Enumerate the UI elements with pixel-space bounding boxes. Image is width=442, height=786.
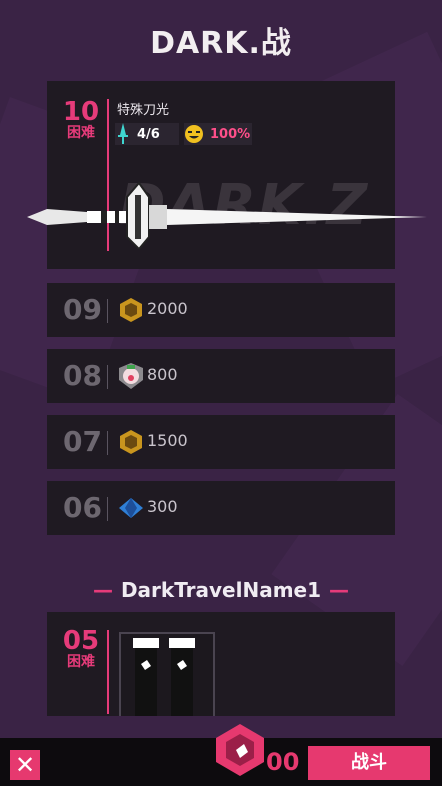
boots-icon: [133, 638, 195, 716]
rate-stat: 100%: [184, 123, 252, 145]
featured-level-card[interactable]: DARK.Z 10 困难 特殊刀光 4/6 100%: [27, 81, 427, 269]
gem-count: 00: [266, 748, 300, 776]
level-row-07[interactable]: 07 1500: [47, 415, 395, 469]
rate-value: 100%: [210, 126, 251, 142]
reward-amount: 800: [147, 365, 178, 384]
weapon-name: 特殊刀光: [117, 103, 170, 118]
close-icon: ✕: [14, 751, 36, 779]
gold-badge-icon: [120, 430, 142, 454]
section-title: — DarkTravelName1 —: [0, 578, 442, 602]
blue-gem-icon: [119, 498, 143, 518]
level-number: 10: [62, 97, 100, 127]
level-number: 06: [63, 491, 102, 524]
dash-left: —: [92, 578, 113, 602]
level-badge: 10 困难: [57, 99, 105, 141]
reward-amount: 2000: [147, 299, 188, 318]
gold-badge-icon: [120, 298, 142, 322]
reward-amount: 1500: [147, 431, 188, 450]
difficulty-label: 困难: [67, 125, 95, 141]
blade-count: 4/6: [137, 126, 160, 142]
difficulty-label: 困难: [67, 654, 95, 670]
divider: [107, 365, 108, 389]
grin-face-icon: [185, 125, 203, 143]
currency-gem-icon: [216, 724, 264, 776]
level-badge: 05 困难: [57, 628, 105, 670]
fight-button[interactable]: 战斗: [308, 746, 430, 780]
dagger-icon: [118, 123, 128, 144]
level-row-09[interactable]: 09 2000: [47, 283, 395, 337]
item-frame: [119, 632, 215, 716]
sword-icon: [27, 181, 427, 249]
footer-bar: ✕ 00 战斗: [0, 724, 442, 786]
divider: [107, 497, 108, 521]
divider: [107, 299, 108, 323]
level-number: 09: [63, 293, 102, 326]
divider-line: [107, 630, 109, 714]
level-number: 08: [63, 359, 102, 392]
level-row-08[interactable]: 08 800: [47, 349, 395, 403]
level-number: 05: [62, 626, 100, 656]
reward-amount: 300: [147, 497, 178, 516]
dash-right: —: [329, 578, 350, 602]
page-title: DARK.战: [150, 26, 292, 61]
level-number: 07: [63, 425, 102, 458]
next-stage-card[interactable]: 05 困难: [47, 612, 395, 716]
divider: [107, 431, 108, 455]
level-row-06[interactable]: 06 300: [47, 481, 395, 535]
pig-shield-icon: [119, 363, 143, 389]
close-button[interactable]: ✕: [10, 750, 40, 780]
section-name: DarkTravelName1: [120, 578, 322, 602]
blade-stat: 4/6: [115, 123, 179, 145]
